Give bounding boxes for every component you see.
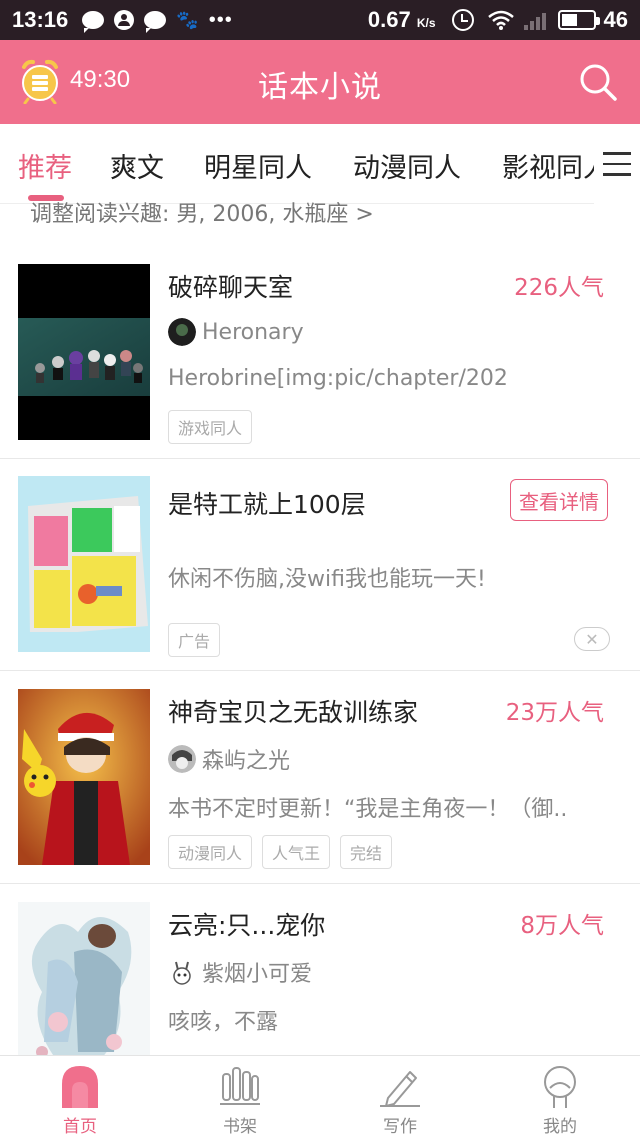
account-notification-icon <box>114 10 135 30</box>
book-cover[interactable] <box>18 902 150 1078</box>
tab-celebrity-fanfic[interactable]: 明星同人 <box>204 146 312 185</box>
tag[interactable]: 游戏同人 <box>168 410 253 444</box>
battery-percent: 46 <box>603 7 628 32</box>
app-title: 话本小说 <box>258 70 382 105</box>
author-avatar <box>168 745 196 773</box>
ad-image[interactable] <box>18 476 150 652</box>
baidu-paw-icon: 🐾 <box>176 10 199 30</box>
tab-anime-fanfic[interactable]: 动漫同人 <box>353 146 461 185</box>
profile-icon <box>544 1066 576 1108</box>
ad-item[interactable]: 是特工就上100层 查看详情 休闲不伤脑,没wifi我也能玩一天! 广告 ✕ <box>0 459 640 671</box>
nav-home[interactable]: 首页 <box>20 1056 140 1138</box>
nav-bookshelf-label: 书架 <box>223 1117 257 1137</box>
tag-list: 动漫同人 人气王 完结 <box>168 835 402 869</box>
author[interactable]: 紫烟小可爱 <box>168 956 312 988</box>
nav-bookshelf[interactable]: 书架 <box>180 1056 300 1138</box>
search-icon[interactable] <box>578 62 618 102</box>
author-name: 紫烟小可爱 <box>202 962 313 987</box>
book-description: Herobrine[img:pic/chapter/202 <box>168 366 508 391</box>
book-description: 咳咳，不露 <box>168 1010 279 1035</box>
book-title[interactable]: 云亮:只...宠你 <box>168 906 325 942</box>
list-item[interactable]: 破碎聊天室 226人气 Heronary Herobrine[img:pic/c… <box>0 244 640 459</box>
app-header: 49:30 话本小说 <box>0 40 640 124</box>
bookshelf-icon <box>220 1067 260 1105</box>
book-cover[interactable] <box>18 689 150 865</box>
nav-profile-label: 我的 <box>543 1117 577 1137</box>
nav-write[interactable]: 写作 <box>340 1056 460 1138</box>
tag-list: 广告 <box>168 623 230 657</box>
list-item[interactable]: 神奇宝贝之无敌训练家 23万人气 森屿之光 本书不定时更新！“我是主角夜一！（御… <box>0 671 640 884</box>
category-tabs: 推荐 爽文 明星同人 动漫同人 影视同人 <box>0 124 640 204</box>
tag[interactable]: 完结 <box>340 835 393 869</box>
tag[interactable]: 人气王 <box>262 835 331 869</box>
more-notifications-icon: ••• <box>208 8 233 31</box>
nav-home-label: 首页 <box>63 1117 97 1137</box>
wifi-icon <box>487 10 514 30</box>
home-icon <box>62 1066 98 1108</box>
ad-description: 休闲不伤脑,没wifi我也能玩一天! <box>168 567 486 592</box>
close-ad-icon[interactable]: ✕ <box>574 627 610 651</box>
network-speed: 0.67 K/s <box>367 7 436 32</box>
book-title[interactable]: 破碎聊天室 <box>168 268 293 304</box>
pen-icon <box>380 1071 420 1107</box>
author-avatar <box>168 958 196 986</box>
book-title[interactable]: 神奇宝贝之无敌训练家 <box>168 693 418 729</box>
author-name: Heronary <box>202 319 304 345</box>
book-description: 本书不定时更新！“我是主角夜一！（御.. <box>168 797 568 822</box>
active-tab-indicator <box>28 195 64 201</box>
message-notification-icon <box>144 11 167 33</box>
nav-write-label: 写作 <box>383 1117 417 1137</box>
book-cover[interactable] <box>18 264 150 440</box>
popularity-count: 8万人气 <box>520 913 604 939</box>
popularity-count: 226人气 <box>514 275 604 301</box>
battery-icon <box>557 10 600 30</box>
bottom-navigation: 首页 书架 写作 我的 <box>0 1055 640 1138</box>
ad-title[interactable]: 是特工就上100层 <box>168 485 366 521</box>
tag[interactable]: 动漫同人 <box>168 835 253 869</box>
tab-shuangwen[interactable]: 爽文 <box>110 146 164 185</box>
nav-profile[interactable]: 我的 <box>500 1056 620 1138</box>
tab-recommend[interactable]: 推荐 <box>18 146 72 185</box>
author[interactable]: Heronary <box>168 318 304 346</box>
status-time: 13:16 <box>12 7 69 32</box>
more-tabs-icon[interactable] <box>594 124 640 204</box>
author[interactable]: 森屿之光 <box>168 743 290 775</box>
alarm-clock-icon <box>451 9 474 31</box>
author-name: 森屿之光 <box>202 749 291 774</box>
status-bar: 13:16 🐾 ••• 0.67 K/s 46 <box>0 0 640 40</box>
ad-label: 广告 <box>168 623 221 657</box>
author-avatar <box>168 318 196 346</box>
signal-strength-icon <box>523 10 548 30</box>
chat-notification-icon <box>82 11 105 33</box>
list-item[interactable]: 云亮:只...宠你 8万人气 紫烟小可爱 咳咳，不露 <box>0 884 640 1084</box>
tag-list: 游戏同人 <box>168 410 262 444</box>
popularity-count: 23万人气 <box>505 700 604 726</box>
view-details-button[interactable]: 查看详情 <box>510 479 608 521</box>
